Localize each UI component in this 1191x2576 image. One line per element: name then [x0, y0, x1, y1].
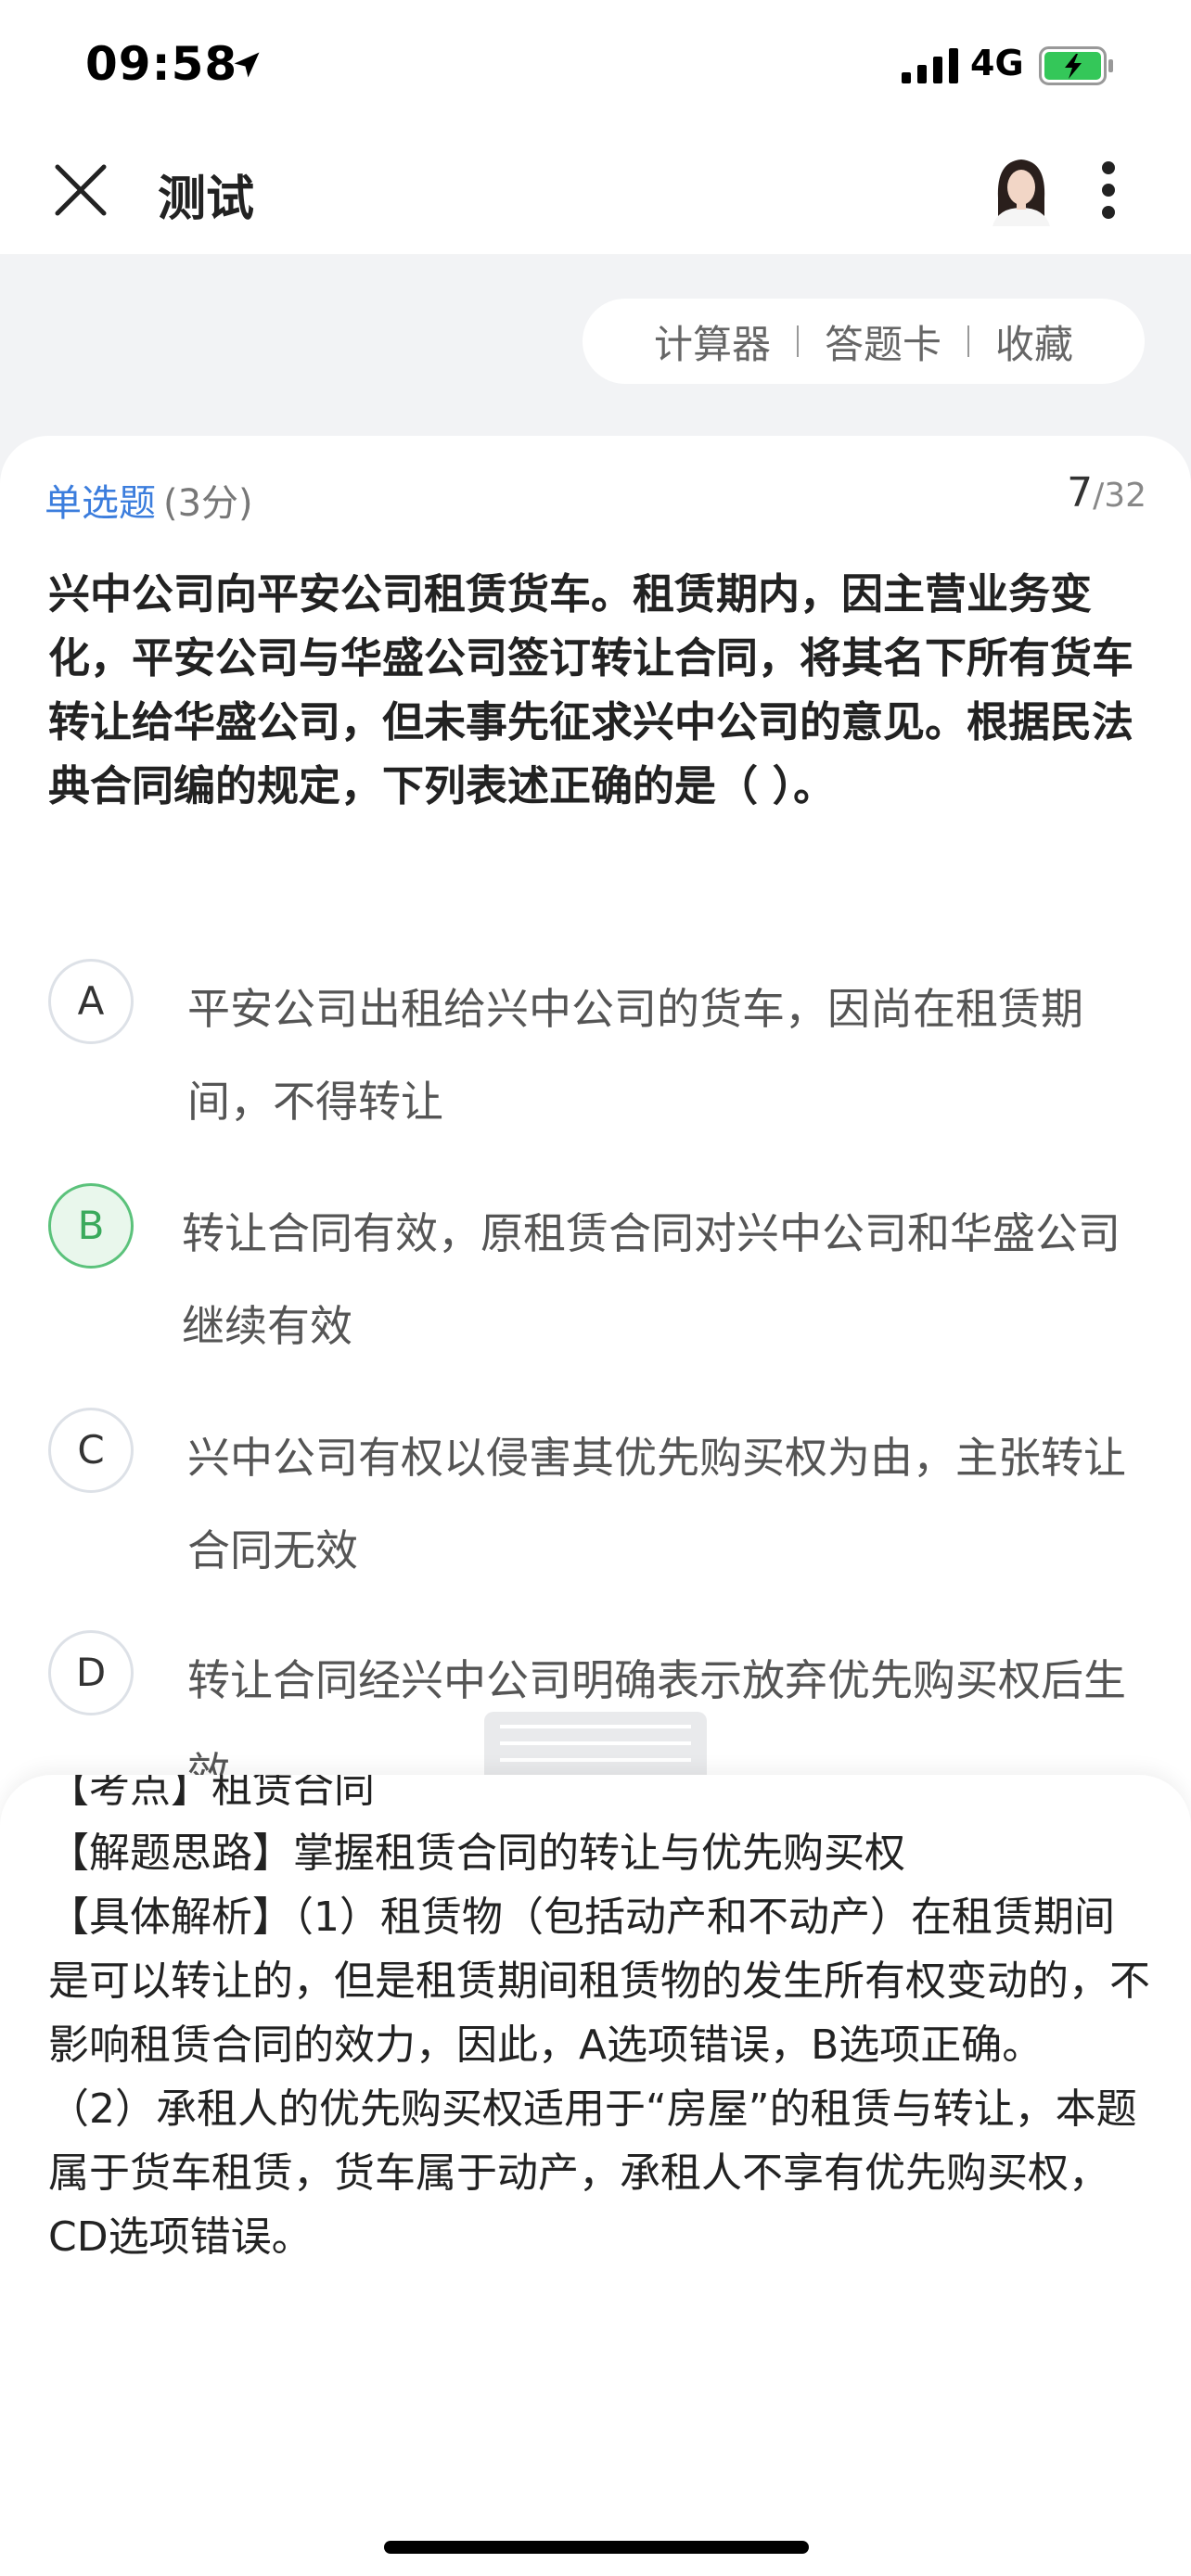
explanation-point: 【考点】租赁合同 [48, 1775, 375, 1812]
drag-handle[interactable] [484, 1712, 707, 1780]
question-total: /32 [1093, 477, 1146, 515]
divider [967, 325, 969, 357]
question-current: 7 [1067, 469, 1094, 516]
question-card: 单选题 (3分) 7/32 兴中公司向平安公司租赁货车。租赁期内，因主营业务变化，… [0, 436, 1191, 1827]
status-bar: 09:58 4G [0, 0, 1191, 139]
question-text: 兴中公司向平安公司租赁货车。租赁期内，因主营业务变化，平安公司与华盛公司签订转让… [48, 569, 1134, 810]
tool-bar: 计算器 答题卡 收藏 [583, 299, 1145, 384]
explanation-detail: 【具体解析】（1）租赁物（包括动产和不动产）在租赁期间是可以转让的，但是租赁期间… [48, 1894, 1150, 2069]
page-title: 测试 [158, 172, 255, 227]
option-text: 平安公司出租给兴中公司的货车，因尚在租赁期间，不得转让 [187, 984, 1083, 1127]
divider [796, 325, 799, 357]
home-indicator [384, 2541, 809, 2554]
favorite-button[interactable]: 收藏 [995, 313, 1073, 370]
battery-charging-icon [1039, 46, 1113, 85]
option-text: 转让合同有效，原租赁合同对兴中公司和华盛公司继续有效 [182, 1208, 1121, 1351]
more-vertical-icon[interactable] [1087, 159, 1130, 221]
option-text: 兴中公司有权以侵害其优先购买权为由，主张转让合同无效 [187, 1433, 1126, 1575]
answer-card-button[interactable]: 答题卡 [825, 313, 941, 370]
question-type: 单选题 (3分) [45, 473, 253, 527]
option-letter-correct: B [48, 1183, 134, 1269]
explanation-body: 【解题思路】掌握租赁合同的转让与优先购买权 【具体解析】（1）租赁物（包括动产和… [48, 1821, 1152, 2269]
status-time: 09:58 [85, 37, 238, 91]
explanation-approach: 【解题思路】掌握租赁合同的转让与优先购买权 [48, 1830, 905, 1877]
signal-icon [902, 48, 958, 83]
option-letter: D [48, 1630, 134, 1715]
nav-bar: 测试 [0, 139, 1191, 254]
explanation-detail: （2）承租人的优先购买权适用于“房屋”的租赁与转让，本题属于货车租赁，货车属于动… [48, 2085, 1137, 2261]
location-arrow-icon [234, 52, 260, 78]
avatar[interactable] [989, 152, 1054, 226]
question-progress: 7/32 [1067, 469, 1146, 516]
calculator-button[interactable]: 计算器 [654, 313, 771, 370]
question-type-label: 单选题 [45, 482, 156, 525]
question-score: (3分) [163, 482, 253, 525]
option-letter: C [48, 1408, 134, 1493]
explanation-panel: 【考点】租赁合同 【解题思路】掌握租赁合同的转让与优先购买权 【具体解析】（1）… [0, 1775, 1191, 2576]
close-icon[interactable] [48, 158, 113, 223]
carrier-label: 4G [970, 43, 1024, 83]
option-letter: A [48, 959, 134, 1044]
